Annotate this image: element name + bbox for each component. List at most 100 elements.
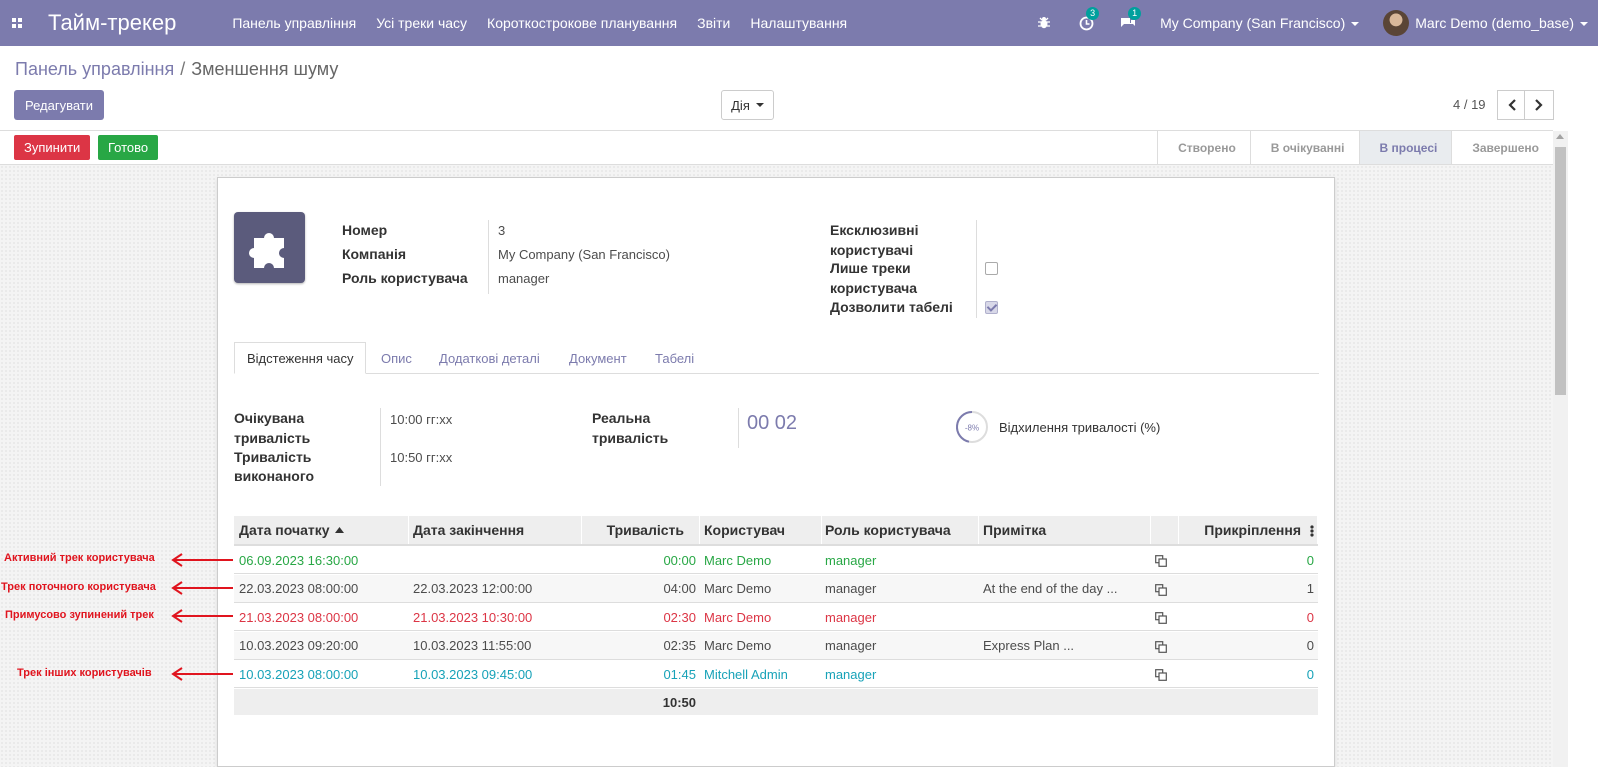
stage-done[interactable]: Завершено: [1451, 131, 1553, 164]
cell-end-date: 10.03.2023 11:55:00: [413, 638, 532, 654]
company-label: Компанія: [342, 246, 407, 262]
annotation-current-user-track: Трек поточного користувача: [1, 581, 156, 593]
menu-item-all-tracks[interactable]: Усі треки часу: [376, 15, 467, 31]
app-brand[interactable]: Тайм-трекер: [48, 10, 176, 36]
real-duration-label: Реальна: [592, 410, 651, 426]
number-value: 3: [498, 223, 506, 238]
messages-icon[interactable]: 1: [1118, 7, 1142, 33]
copy-icon[interactable]: [1155, 640, 1167, 653]
caret-down-icon: [1351, 22, 1360, 27]
stage-pending[interactable]: В очікуванні: [1249, 131, 1359, 164]
edit-button[interactable]: Редагувати: [14, 90, 105, 120]
cell-attachments: 0: [1306, 666, 1314, 682]
activity-count-badge: 3: [1086, 7, 1100, 20]
activity-clock-icon[interactable]: 3: [1076, 7, 1100, 33]
tab-time-tracking[interactable]: Відстеження часу: [234, 342, 367, 374]
real-duration-label-2: тривалість: [592, 430, 669, 446]
copy-icon[interactable]: [1155, 612, 1167, 625]
pager-prev-button[interactable]: [1497, 90, 1527, 120]
caret-down-icon: [755, 103, 764, 107]
user-menu[interactable]: Marc Demo (demo_base): [1415, 15, 1588, 31]
deviation-value: -8%: [965, 424, 979, 433]
chevron-left-icon: [1508, 99, 1516, 111]
cell-note: [979, 546, 1129, 574]
cell-user-role: manager: [825, 609, 877, 625]
annotation-force-stopped-track: Примусово зупинений трек: [5, 609, 154, 621]
pager-value[interactable]: 4 / 19: [1453, 97, 1486, 112]
own-tracks-label: Лише треки: [830, 260, 911, 276]
own-tracks-label-2: користувача: [830, 280, 918, 296]
col-attachments[interactable]: Прикріплення: [1179, 516, 1318, 544]
cell-duration: 01:45: [663, 666, 696, 682]
tab-description[interactable]: Опис: [381, 342, 412, 374]
table-row[interactable]: 10.03.2023 08:00:00 10.03.2023 09:45:00 01…: [234, 660, 1318, 689]
cell-start-date: 21.03.2023 08:00:00: [239, 609, 359, 625]
role-label: Роль користувача: [342, 270, 468, 286]
stage-created[interactable]: Створено: [1157, 131, 1250, 164]
annotation-arrow-icon: [171, 581, 233, 595]
cell-duration: 00:00: [663, 552, 696, 568]
col-start-date[interactable]: Дата початку: [234, 516, 409, 544]
menu-item-settings[interactable]: Налаштування: [750, 15, 847, 31]
col-duration[interactable]: Тривалість: [582, 516, 700, 544]
copy-icon[interactable]: [1155, 583, 1167, 596]
allow-timesheet-label: Дозволити табелі: [830, 299, 953, 315]
tab-timesheets[interactable]: Табелі: [655, 342, 694, 374]
pager-next-button[interactable]: [1524, 90, 1554, 120]
allow-timesheet-checkbox[interactable]: [985, 301, 998, 314]
table-row[interactable]: 10.03.2023 09:20:00 10.03.2023 11:55:00 02…: [234, 631, 1318, 660]
deviation-gauge: -8%: [956, 411, 988, 443]
copy-icon[interactable]: [1155, 669, 1167, 682]
field-divider: [976, 220, 977, 318]
cell-start-date: 22.03.2023 08:00:00: [239, 581, 359, 597]
cell-attachments: 0: [1306, 552, 1314, 568]
copy-icon[interactable]: [1155, 555, 1167, 567]
cell-attachments: 0: [1306, 609, 1314, 625]
annotation-other-users-track: Трек інших користувачів: [17, 667, 152, 679]
cell-end-date: [409, 546, 582, 574]
statusbar: Зупинити Готово Створено В очікуванні В …: [0, 131, 1553, 165]
breadcrumb-current: Зменшення шуму: [191, 59, 339, 79]
chevron-right-icon: [1535, 99, 1543, 111]
cell-user-role: manager: [825, 581, 877, 597]
avatar[interactable]: [1383, 10, 1410, 36]
optional-columns-icon[interactable]: [1310, 525, 1314, 537]
company-switcher[interactable]: My Company (San Francisco): [1160, 15, 1360, 31]
table-row[interactable]: 22.03.2023 08:00:00 22.03.2023 12:00:00 04…: [234, 574, 1318, 603]
vertical-scrollbar[interactable]: [1553, 131, 1568, 767]
stop-button[interactable]: Зупинити: [14, 135, 91, 160]
cell-user-role: manager: [825, 638, 877, 654]
menu-item-dashboard[interactable]: Панель управління: [232, 15, 356, 31]
cell-end-date: 22.03.2023 12:00:00: [413, 581, 533, 597]
tab-document[interactable]: Документ: [569, 342, 627, 374]
cell-note: [979, 660, 1129, 688]
caret-down-icon: [1580, 22, 1588, 27]
company-switcher-label: My Company (San Francisco): [1160, 15, 1346, 31]
menu-item-reports[interactable]: Звіти: [697, 15, 730, 31]
action-dropdown[interactable]: Дія: [721, 90, 774, 120]
apps-menu-icon[interactable]: [2, 0, 32, 46]
stage-in-progress[interactable]: В процесі: [1358, 131, 1452, 164]
breadcrumb-parent[interactable]: Панель управління: [15, 59, 174, 79]
col-end-date[interactable]: Дата закінчення: [409, 516, 582, 544]
cell-duration: 02:35: [663, 638, 696, 654]
menu-item-planning[interactable]: Короткострокове планування: [487, 15, 677, 31]
breadcrumb-separator: /: [180, 59, 186, 79]
col-note[interactable]: Примітка: [979, 516, 1151, 544]
table-row[interactable]: 06.09.2023 16:30:00 00:00 Marc Demo manager…: [234, 546, 1318, 574]
table-row[interactable]: 21.03.2023 08:00:00 21.03.2023 10:30:00 02…: [234, 603, 1318, 632]
col-user[interactable]: Користувач: [700, 516, 822, 544]
sort-asc-icon: [334, 527, 344, 533]
scroll-up-arrow-icon[interactable]: [1556, 134, 1564, 139]
scrollbar-thumb[interactable]: [1555, 147, 1566, 395]
breadcrumb: Панель управління / Зменшення шуму: [15, 59, 338, 80]
annotation-arrow-icon: [171, 667, 233, 681]
bug-icon[interactable]: [1034, 13, 1054, 33]
tab-extra-details[interactable]: Додаткові деталі: [439, 342, 540, 374]
cell-attachments: 0: [1306, 638, 1314, 654]
done-button[interactable]: Готово: [98, 135, 159, 160]
col-copy: [1151, 516, 1179, 544]
col-user-role[interactable]: Роль користувача: [822, 516, 979, 544]
field-divider: [380, 408, 381, 486]
own-tracks-checkbox[interactable]: [985, 262, 998, 275]
